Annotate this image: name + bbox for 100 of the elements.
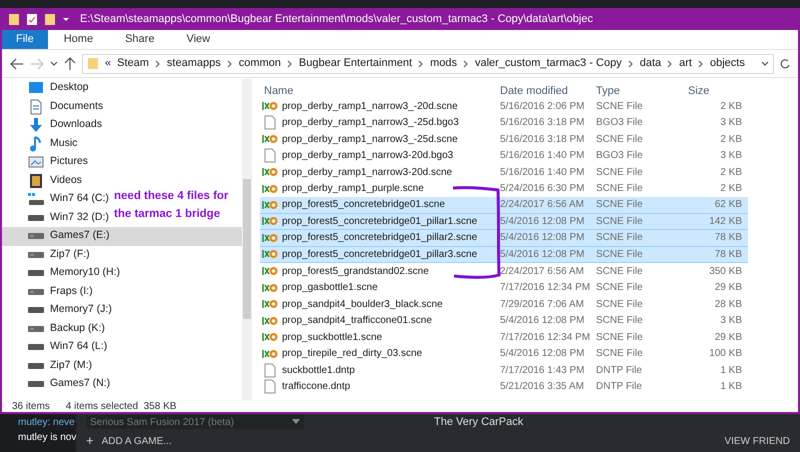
- nav-item[interactable]: Zip7 (F:): [2, 246, 94, 264]
- overflow-chevrons[interactable]: «: [105, 55, 112, 72]
- scrollbar[interactable]: [242, 79, 252, 400]
- file-row[interactable]: prop_derby_ramp1_narrow3-20d.bgo3 5/16/2016 1:40 PM BGO3 File 3 KB: [260, 148, 748, 164]
- network-drive-icon: [28, 252, 44, 258]
- nav-item[interactable]: Documents: [2, 98, 108, 116]
- ribbon-tab[interactable]: Share: [109, 30, 170, 49]
- refresh-icon[interactable]: [780, 58, 790, 70]
- file-row[interactable]: prop_tirepile_red_dirty_03.scne 5/4/2016 12:08 PM SCNE File 100 KB: [260, 346, 748, 362]
- nav-item[interactable]: Videos: [2, 172, 86, 190]
- chat-message: mutley is nov: [18, 431, 76, 445]
- file-row[interactable]: prop_forest5_grandstand02.scne 2/24/2017 6:56 AM SCNE File 350 KB: [260, 263, 748, 280]
- nav-item[interactable]: Pictures: [2, 153, 92, 172]
- ribbon-tab[interactable]: View: [170, 30, 226, 49]
- breadcrumb[interactable]: steamapps: [166, 55, 221, 72]
- file-row[interactable]: prop_suckbottle1.scne 7/17/2016 12:34 PM SCNE File 29 KB: [260, 329, 748, 346]
- file-row[interactable]: prop_forest5_concretebridge01.scne 2/24/2017 6:56 AM SCNE File 62 KB: [260, 197, 748, 214]
- up-arrow-icon[interactable]: [64, 56, 76, 70]
- breadcrumb[interactable]: objects: [710, 55, 745, 72]
- size-cell-text: 2 KB: [719, 132, 743, 147]
- breadcrumb[interactable]: Bugbear Entertainment: [298, 55, 412, 72]
- file-row[interactable]: prop_forest5_concretebridge01_pillar2.scne 5/4/2016 12:08 PM SCNE File 78 KB: [260, 230, 748, 246]
- monitor-icon: [28, 81, 44, 96]
- nav-item[interactable]: Desktop: [2, 79, 93, 98]
- size-cell-text: 62 KB: [714, 198, 743, 212]
- file-row[interactable]: prop_derby_ramp1_narrow3-20d.scne 5/16/2016 1:40 PM SCNE File 2 KB: [260, 164, 748, 180]
- view-friends-button[interactable]: VIEW FRIEND: [724, 434, 790, 448]
- dropdown-icon[interactable]: [62, 15, 70, 23]
- file-row[interactable]: prop_forest5_concretebridge01_pillar3.scne 5/4/2016 12:08 PM SCNE File 78 KB: [260, 246, 748, 263]
- breadcrumb[interactable]: data: [640, 55, 662, 72]
- film-icon: [29, 172, 43, 189]
- game-dropdown[interactable]: Serious Sam Fusion 2017 (beta): [86, 415, 304, 429]
- nav-item[interactable]: Win7 64 (L:): [2, 338, 112, 356]
- file-name: prop_suckbottle1.scne: [282, 330, 382, 345]
- file-row[interactable]: suckbottle1.dntp 7/17/2016 1:43 PM DNTP File 1 KB: [260, 362, 748, 378]
- nav-item[interactable]: Games7 (E:): [2, 227, 242, 246]
- column-header[interactable]: Size: [684, 82, 746, 100]
- scene-file-icon: [262, 215, 278, 228]
- file-name: trafficcone.dntp: [282, 380, 350, 394]
- network-drive-icon: [28, 288, 44, 295]
- breadcrumb[interactable]: Steam: [117, 55, 149, 72]
- date-cell-text: 5/4/2016 12:08 PM: [499, 248, 586, 262]
- caret-icon[interactable]: [761, 60, 769, 66]
- date-cell-text: 5/16/2016 1:40 PM: [499, 166, 586, 180]
- add-game-button[interactable]: + ADD A GAME...: [86, 431, 172, 451]
- nav-item[interactable]: Games7 (N:): [2, 375, 114, 394]
- nav-item[interactable]: Memory7 (J:): [2, 301, 116, 320]
- date-cell-text: 5/4/2016 12:08 PM: [499, 314, 586, 328]
- nav-item[interactable]: Music: [2, 134, 82, 153]
- caret-icon[interactable]: [50, 60, 58, 66]
- column-header[interactable]: Type: [592, 82, 684, 100]
- column-header[interactable]: Date modified: [496, 82, 592, 100]
- file-row[interactable]: prop_derby_ramp1_narrow3_-20d.scne 5/16/2016 2:06 PM SCNE File 2 KB: [260, 98, 748, 114]
- type-cell-text: BGO3 File: [595, 116, 644, 130]
- file-row[interactable]: prop_sandpit4_trafficcone01.scne 5/4/2016 12:08 PM SCNE File 3 KB: [260, 312, 748, 329]
- blank-file-icon: [264, 115, 276, 130]
- breadcrumb[interactable]: common: [238, 55, 281, 72]
- breadcrumb[interactable]: art: [679, 55, 692, 72]
- file-name: prop_derby_ramp1_narrow3_-25d.bgo3: [282, 116, 459, 130]
- file-row[interactable]: prop_forest5_concretebridge01_pillar1.scne 5/4/2016 12:08 PM SCNE File 142 KB: [260, 214, 748, 230]
- type-cell-text: SCNE File: [595, 231, 644, 246]
- file-row[interactable]: prop_derby_ramp1_narrow3_-25d.bgo3 5/16/2016 3:18 PM BGO3 File 3 KB: [260, 114, 748, 131]
- chevron-icon: [418, 60, 424, 68]
- file-row[interactable]: prop_sandpit4_boulder3_black.scne 7/29/2016 7:06 AM SCNE File 28 KB: [260, 296, 748, 312]
- nav-item[interactable]: Win7 64 (C:): [2, 190, 113, 208]
- file-row[interactable]: prop_derby_ramp1_purple.scne 5/24/2016 6:30 PM SCNE File 2 KB: [260, 180, 748, 197]
- address-bar[interactable]: « Steam steamapps common Bugbear Entertainment mods valer_custom_tarmac3 - Copy data art objects: [82, 54, 774, 74]
- size-cell-text: 142 KB: [708, 214, 743, 229]
- file-name: prop_tirepile_red_dirty_03.scne: [282, 347, 422, 362]
- file-name: prop_sandpit4_boulder3_black.scne: [282, 298, 443, 312]
- nav-item[interactable]: Downloads: [2, 116, 106, 134]
- back-arrow-icon[interactable]: [10, 58, 24, 70]
- type-cell-text: DNTP File: [595, 364, 643, 378]
- file-name: prop_gasbottle1.scne: [282, 281, 378, 296]
- nav-item[interactable]: Win7 32 (D:): [2, 208, 113, 227]
- breadcrumb[interactable]: mods: [430, 55, 457, 72]
- nav-item[interactable]: Zip7 (M:): [2, 356, 96, 375]
- date-cell-text: 5/4/2016 12:08 PM: [499, 214, 586, 229]
- nav-item[interactable]: Backup (K:): [2, 320, 109, 338]
- column-header[interactable]: Name: [260, 82, 496, 100]
- game-title: The Very CarPack: [434, 414, 524, 430]
- size-cell-text: 2 KB: [719, 166, 743, 180]
- file-row[interactable]: trafficcone.dntp 5/21/2016 3:35 AM DNTP File 1 KB: [260, 378, 748, 395]
- size-cell-text: 3 KB: [719, 116, 743, 130]
- size-cell-text: 29 KB: [714, 330, 743, 345]
- file-row[interactable]: prop_derby_ramp1_narrow3_-25d.scne 5/16/2016 3:18 PM SCNE File 2 KB: [260, 131, 748, 148]
- properties-icon: [26, 12, 38, 26]
- nav-item[interactable]: Fraps (I:): [2, 282, 97, 301]
- type-cell-text: SCNE File: [595, 281, 644, 296]
- file-row[interactable]: prop_gasbottle1.scne 7/17/2016 12:34 PM SCNE File 29 KB: [260, 280, 748, 296]
- size-cell-text: 3 KB: [719, 149, 743, 164]
- nav-item[interactable]: Memory10 (H:): [2, 264, 124, 282]
- network-drive-icon: [28, 326, 44, 332]
- size-cell-text: 2 KB: [719, 182, 743, 196]
- drive-icon: [28, 344, 44, 350]
- file-name: prop_forest5_concretebridge01_pillar3.scne: [282, 248, 478, 262]
- window-title: E:\Steam\steamapps\common\Bugbear Entertainment\mods\valer_custom_tarmac3 - Copy\data\art\objec: [80, 12, 593, 27]
- breadcrumb[interactable]: valer_custom_tarmac3 - Copy: [474, 55, 622, 72]
- type-cell-text: SCNE File: [595, 182, 644, 196]
- ribbon-tab[interactable]: Home: [48, 30, 110, 49]
